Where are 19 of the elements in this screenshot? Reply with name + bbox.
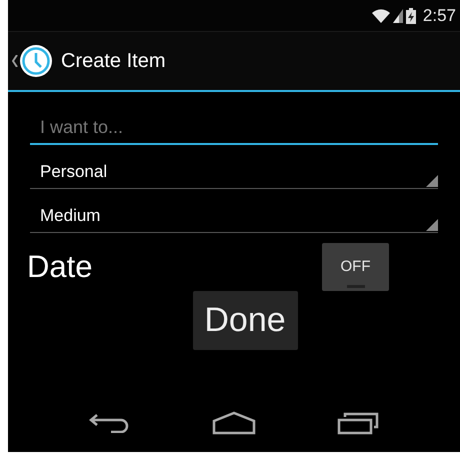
clock-icon <box>19 44 53 78</box>
screen-title: Create Item <box>61 49 166 74</box>
corner-triangle-icon <box>426 175 438 187</box>
dropdown-spinner[interactable]: Medium <box>30 199 438 233</box>
signal-icon <box>392 8 403 22</box>
wifi-icon <box>372 8 390 22</box>
battery-icon <box>406 8 416 24</box>
home-icon[interactable] <box>212 411 256 435</box>
corner-triangle-icon <box>426 219 438 231</box>
toggle-button[interactable]: OFF <box>322 243 389 291</box>
date-label: Date <box>27 248 92 286</box>
task-input-field[interactable]: I want to... <box>30 112 438 145</box>
clock-time: 2:57 <box>422 4 456 27</box>
back-icon[interactable] <box>88 413 131 433</box>
back-caret-icon <box>12 55 18 67</box>
dropdown-spinner[interactable]: Personal <box>30 155 438 189</box>
recent-apps-icon[interactable] <box>337 411 380 435</box>
up-button[interactable] <box>12 44 53 78</box>
done-button[interactable]: Done <box>192 291 298 350</box>
